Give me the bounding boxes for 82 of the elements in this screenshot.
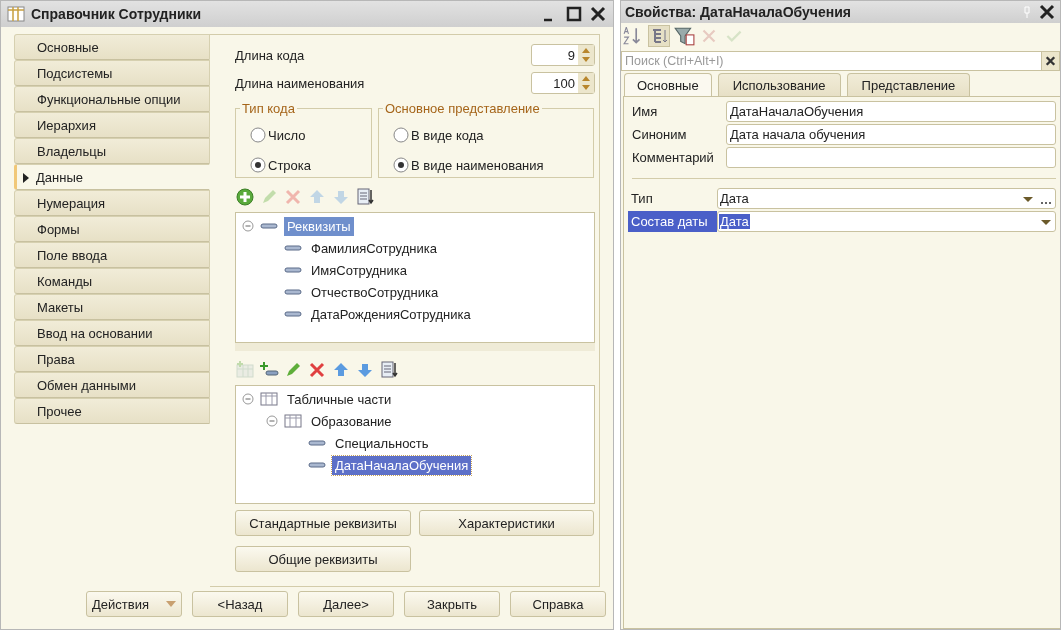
filter-icon[interactable] xyxy=(673,25,695,47)
number-field[interactable]: 100 xyxy=(531,72,595,94)
section-tab[interactable]: Функциональные опции xyxy=(14,86,210,112)
field-label: Имя xyxy=(632,104,659,119)
group-title: Основное представление xyxy=(384,101,541,116)
table-icon xyxy=(284,414,302,428)
collapse-icon[interactable] xyxy=(266,415,278,427)
panel-button[interactable]: Стандартные реквизиты xyxy=(235,510,411,536)
section-tab[interactable]: Обмен данными xyxy=(14,372,210,398)
tree-item[interactable]: Специальность xyxy=(332,433,432,453)
panel-button[interactable]: Общие реквизиты xyxy=(235,546,411,572)
tree-list-icon[interactable] xyxy=(648,25,670,47)
dropdown-field[interactable]: Дата xyxy=(717,211,1056,232)
pointer-icon xyxy=(23,173,29,183)
panel-button[interactable]: Характеристики xyxy=(419,510,594,536)
list-sort-icon[interactable] xyxy=(379,360,399,380)
footer-button[interactable]: <Назад xyxy=(192,591,288,617)
section-tab[interactable]: Права xyxy=(14,346,210,372)
table-icon xyxy=(7,5,25,23)
text-field[interactable] xyxy=(726,147,1056,168)
section-tab[interactable]: Данные xyxy=(14,164,210,190)
section-tab[interactable]: Подсистемы xyxy=(14,60,210,86)
radio-icon[interactable] xyxy=(250,157,266,173)
section-tab[interactable]: Команды xyxy=(14,268,210,294)
property-tab[interactable]: Использование xyxy=(717,73,841,96)
tree-item[interactable]: Образование xyxy=(308,411,395,431)
field-label: Длина кода xyxy=(235,47,305,63)
dropdown-field[interactable]: Дата xyxy=(717,188,1056,209)
text-field[interactable]: ДатаНачалаОбучения xyxy=(726,101,1056,122)
tree-item[interactable]: ДатаРожденияСотрудника xyxy=(308,304,474,324)
tree-item[interactable]: ФамилияСотрудника xyxy=(308,238,440,258)
radio-option[interactable]: В виде наименования xyxy=(393,150,593,180)
clear-icon[interactable] xyxy=(1042,51,1060,71)
pin-icon[interactable] xyxy=(1022,6,1032,18)
radio-option[interactable]: Число xyxy=(250,120,371,150)
collapse-icon[interactable] xyxy=(242,220,254,232)
window-title: Справочник Сотрудники xyxy=(31,6,203,22)
property-tab[interactable]: Представление xyxy=(846,73,971,96)
footer-button[interactable]: Справка xyxy=(510,591,606,617)
radio-icon[interactable] xyxy=(393,127,409,143)
group-title: Тип кода xyxy=(241,101,296,116)
search-field[interactable]: Поиск (Ctrl+Alt+I) xyxy=(621,51,1042,71)
collapse-icon[interactable] xyxy=(242,393,254,405)
close-icon[interactable] xyxy=(589,5,607,23)
field-label: Состав даты xyxy=(628,211,717,232)
footer-button[interactable]: Закрыть xyxy=(404,591,500,617)
close-icon[interactable] xyxy=(1038,3,1056,21)
footer-button[interactable]: Далее> xyxy=(298,591,394,617)
property-tab[interactable]: Основные xyxy=(624,73,712,96)
section-tab[interactable]: Формы xyxy=(14,216,210,242)
tree-item[interactable]: ИмяСотрудника xyxy=(308,260,410,280)
spinner-arrows-icon[interactable] xyxy=(578,73,594,93)
list-sort-icon[interactable] xyxy=(355,187,375,207)
section-tab[interactable]: Иерархия xyxy=(14,112,210,138)
maximize-icon[interactable] xyxy=(565,5,583,23)
caret-icon xyxy=(166,601,176,607)
section-tab[interactable]: Поле ввода xyxy=(14,242,210,268)
radio-option[interactable]: Строка xyxy=(250,150,371,180)
radio-icon[interactable] xyxy=(250,127,266,143)
text-field[interactable]: Дата начала обучения xyxy=(726,124,1056,145)
number-field[interactable]: 9 xyxy=(531,44,595,66)
tree-item[interactable]: ДатаНачалаОбучения xyxy=(332,455,472,475)
section-tab[interactable]: Нумерация xyxy=(14,190,210,216)
section-tab[interactable]: Ввод на основании xyxy=(14,320,210,346)
section-tab[interactable]: Макеты xyxy=(14,294,210,320)
spinner-arrows-icon[interactable] xyxy=(578,45,594,65)
tree-item[interactable]: Табличные части xyxy=(284,389,395,409)
field-label: Синоним xyxy=(632,127,688,142)
actions-button[interactable]: Действия xyxy=(86,591,182,617)
section-tab[interactable]: Прочее xyxy=(14,398,210,424)
field-label: Тип xyxy=(630,190,654,208)
field-label: Комментарий xyxy=(632,150,715,165)
table-icon xyxy=(260,392,278,406)
tree-item[interactable]: ОтчествоСотрудника xyxy=(308,282,442,302)
radio-option[interactable]: В виде кода xyxy=(393,120,593,150)
add-icon[interactable] xyxy=(235,187,255,207)
radio-icon[interactable] xyxy=(393,157,409,173)
section-tab[interactable]: Владельцы xyxy=(14,138,210,164)
delete-icon[interactable] xyxy=(307,360,327,380)
panel-title: Свойства: ДатаНачалаОбучения xyxy=(625,4,852,20)
section-tab[interactable]: Основные xyxy=(14,34,210,60)
field-label: Длина наименования xyxy=(235,75,365,91)
